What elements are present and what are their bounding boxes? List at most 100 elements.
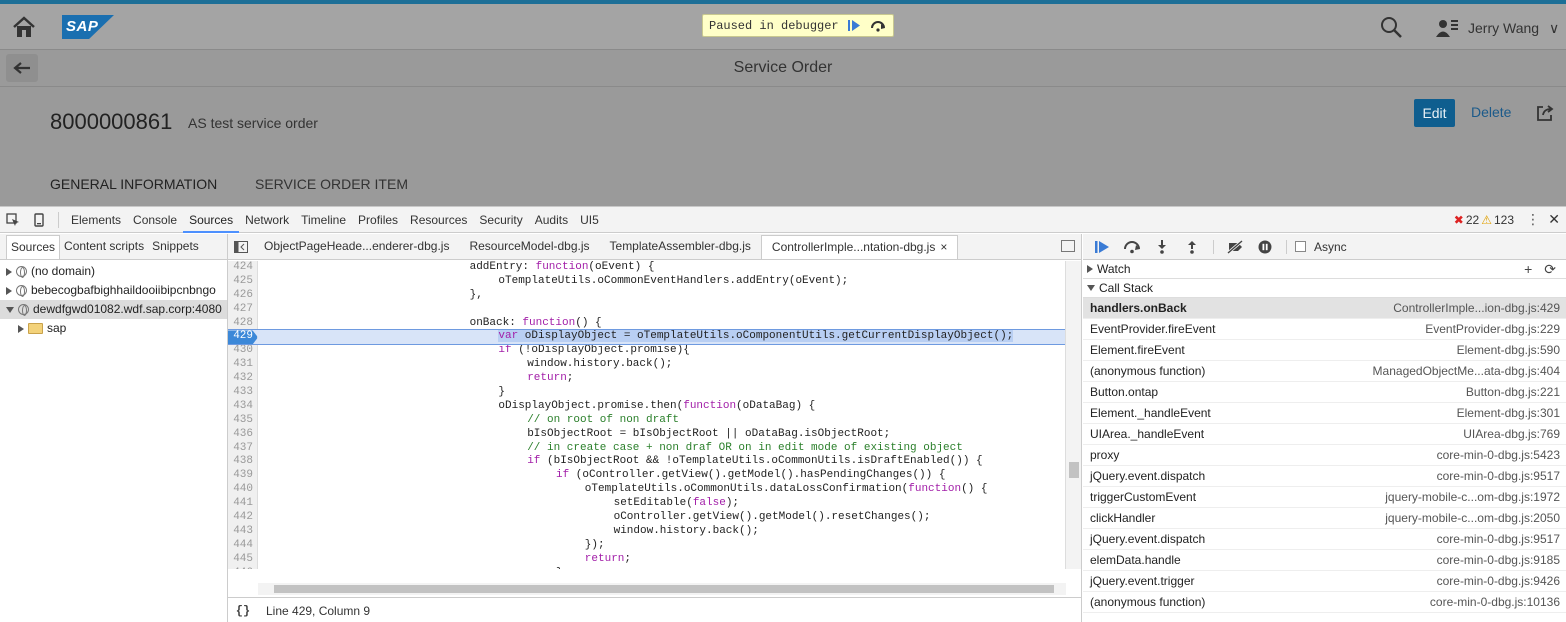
call-frame-location[interactable]: core-min-0-dbg.js:10136 xyxy=(1430,592,1560,612)
editor-tab[interactable]: ResourceModel-dbg.js xyxy=(459,235,599,259)
tree-item[interactable]: bebecogbafbighhaildooiibipcnbngo xyxy=(0,281,227,300)
watch-section-header[interactable]: Watch + ⟳ xyxy=(1083,260,1566,279)
tab-console[interactable]: Console xyxy=(127,207,183,233)
navigator-tab-snippets[interactable]: Snippets xyxy=(148,235,203,259)
expand-arrow-icon[interactable] xyxy=(6,286,12,295)
collapse-arrow-icon[interactable] xyxy=(6,306,14,313)
call-frame-location[interactable]: core-min-0-dbg.js:9517 xyxy=(1437,466,1560,486)
editor-tab[interactable]: ObjectPageHeade...enderer-dbg.js xyxy=(254,235,459,259)
line-number[interactable]: 443 xyxy=(228,524,258,539)
pretty-print-button[interactable]: {} xyxy=(228,604,258,618)
tab-profiles[interactable]: Profiles xyxy=(352,207,404,233)
resume-icon[interactable] xyxy=(845,18,863,33)
vertical-scrollbar[interactable] xyxy=(1065,261,1081,569)
call-frame[interactable]: Button.ontap Button-dbg.js:221 xyxy=(1083,382,1566,403)
call-frame-location[interactable]: jquery-mobile-c...om-dbg.js:2050 xyxy=(1385,508,1560,528)
call-frame-location[interactable]: Element-dbg.js:590 xyxy=(1457,340,1560,360)
close-icon[interactable]: ✕ xyxy=(1548,211,1560,228)
call-frame-location[interactable]: core-min-0-dbg.js:9426 xyxy=(1437,571,1560,591)
call-frame[interactable]: Element.fireEvent Element-dbg.js:590 xyxy=(1083,340,1566,361)
line-number[interactable]: 439 xyxy=(228,469,258,484)
tab-audits[interactable]: Audits xyxy=(529,207,574,233)
line-number[interactable]: 424 xyxy=(228,261,258,275)
device-mode-icon[interactable] xyxy=(26,207,52,233)
refresh-icon[interactable]: ⟳ xyxy=(1544,260,1556,279)
horizontal-scroll-thumb[interactable] xyxy=(274,585,1054,593)
edit-button[interactable]: Edit xyxy=(1414,99,1455,127)
call-frame-location[interactable]: core-min-0-dbg.js:9517 xyxy=(1437,529,1560,549)
call-frame[interactable]: (anonymous function) ManagedObjectMe...at… xyxy=(1083,361,1566,382)
call-frame[interactable]: proxy core-min-0-dbg.js:5423 xyxy=(1083,445,1566,466)
inspect-element-icon[interactable] xyxy=(0,207,26,233)
async-checkbox[interactable] xyxy=(1295,241,1306,252)
tab-timeline[interactable]: Timeline xyxy=(295,207,352,233)
line-number[interactable]: 436 xyxy=(228,427,258,442)
home-icon[interactable] xyxy=(12,16,36,38)
call-frame-location[interactable]: UIArea-dbg.js:769 xyxy=(1463,424,1560,444)
delete-button[interactable]: Delete xyxy=(1471,104,1511,120)
tab-sources[interactable]: Sources xyxy=(183,207,240,233)
call-frame-location[interactable]: ManagedObjectMe...ata-dbg.js:404 xyxy=(1373,361,1560,381)
tab-resources[interactable]: Resources xyxy=(404,207,473,233)
line-number[interactable]: 426 xyxy=(228,288,258,303)
call-frame[interactable]: clickHandler jquery-mobile-c...om-dbg.js:… xyxy=(1083,508,1566,529)
call-frame[interactable]: triggerCustomEvent jquery-mobile-c...om-d… xyxy=(1083,487,1566,508)
line-number[interactable]: 430 xyxy=(228,344,258,359)
line-number[interactable]: 437 xyxy=(228,441,258,456)
user-name[interactable]: Jerry Wang xyxy=(1468,20,1539,36)
call-frame-location[interactable]: ControllerImple...ion-dbg.js:429 xyxy=(1393,298,1560,318)
line-number[interactable]: 434 xyxy=(228,399,258,414)
tree-item[interactable]: sap xyxy=(0,319,227,338)
line-number[interactable]: 425 xyxy=(228,274,258,289)
error-warning-counter[interactable]: ✖ 22 ⚠ 123 xyxy=(1454,213,1514,227)
line-number[interactable]: 446 xyxy=(228,566,258,569)
tab-security[interactable]: Security xyxy=(473,207,528,233)
line-number[interactable]: 438 xyxy=(228,455,258,470)
expand-arrow-icon[interactable] xyxy=(18,324,24,333)
line-number[interactable]: 427 xyxy=(228,302,258,317)
add-icon[interactable]: + xyxy=(1524,260,1532,279)
call-stack-section-header[interactable]: Call Stack xyxy=(1083,279,1566,298)
call-frame-location[interactable]: core-min-0-dbg.js:9185 xyxy=(1437,550,1560,570)
tab-elements[interactable]: Elements xyxy=(65,207,127,233)
call-frame[interactable]: handlers.onBack ControllerImple...ion-dbg… xyxy=(1083,298,1566,319)
call-frame[interactable]: (anonymous function) core-min-0-dbg.js:10… xyxy=(1083,592,1566,613)
line-number[interactable]: 433 xyxy=(228,386,258,400)
resume-icon[interactable] xyxy=(1089,236,1115,258)
step-over-icon[interactable] xyxy=(869,18,887,33)
line-number[interactable]: 444 xyxy=(228,538,258,553)
tree-item[interactable]: (no domain) xyxy=(0,262,227,281)
line-number[interactable]: 432 xyxy=(228,372,258,387)
chevron-down-icon[interactable]: ∨ xyxy=(1549,20,1559,37)
call-frame[interactable]: UIArea._handleEvent UIArea-dbg.js:769 xyxy=(1083,424,1566,445)
call-frame-location[interactable]: core-min-0-dbg.js:5423 xyxy=(1437,445,1560,465)
tab-network[interactable]: Network xyxy=(239,207,295,233)
call-frame-location[interactable]: Element-dbg.js:301 xyxy=(1457,403,1560,423)
line-number[interactable]: 445 xyxy=(228,552,258,567)
breakpoint-line-number[interactable]: 429 xyxy=(228,330,258,345)
navigator-tab-sources[interactable]: Sources xyxy=(6,235,61,259)
share-icon[interactable] xyxy=(1536,104,1554,122)
step-over-icon[interactable] xyxy=(1119,236,1145,258)
search-icon[interactable] xyxy=(1380,16,1402,38)
line-number[interactable]: 431 xyxy=(228,358,258,373)
code-view[interactable]: 424 addEntry: function(oEvent) {425 oTempl… xyxy=(228,261,1066,569)
deactivate-breakpoints-icon[interactable] xyxy=(1222,236,1248,258)
toggle-navigator-icon[interactable] xyxy=(228,235,254,259)
editor-tab[interactable]: ControllerImple...ntation-dbg.js × xyxy=(760,235,959,259)
line-number[interactable]: 428 xyxy=(228,316,258,331)
tab-service-order-item[interactable]: SERVICE ORDER ITEM xyxy=(255,176,408,192)
editor-tab[interactable]: TemplateAssembler-dbg.js xyxy=(600,235,761,259)
call-frame[interactable]: jQuery.event.trigger core-min-0-dbg.js:94… xyxy=(1083,571,1566,592)
call-frame-location[interactable]: jquery-mobile-c...om-dbg.js:1972 xyxy=(1385,487,1560,507)
tab-ui5[interactable]: UI5 xyxy=(574,207,605,233)
step-into-icon[interactable] xyxy=(1149,236,1175,258)
line-number[interactable]: 442 xyxy=(228,511,258,525)
tab-general-information[interactable]: GENERAL INFORMATION xyxy=(50,176,217,192)
vertical-scroll-thumb[interactable] xyxy=(1069,462,1079,478)
pause-on-exceptions-icon[interactable] xyxy=(1252,236,1278,258)
call-frame[interactable]: elemData.handle core-min-0-dbg.js:9185 xyxy=(1083,550,1566,571)
step-out-icon[interactable] xyxy=(1179,236,1205,258)
call-frame[interactable]: jQuery.event.dispatch core-min-0-dbg.js:9… xyxy=(1083,529,1566,550)
navigator-tab-content-scripts[interactable]: Content scripts xyxy=(60,235,148,259)
